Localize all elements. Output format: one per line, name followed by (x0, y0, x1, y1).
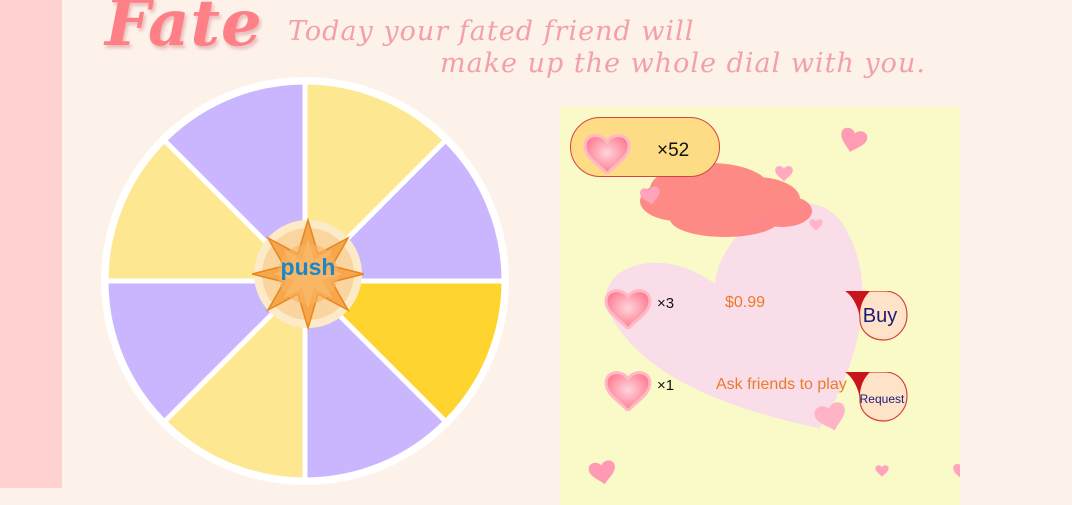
offer-quantity: ×3 (657, 295, 675, 312)
tagline-line-2: make up the whole dial with you. (440, 48, 926, 79)
push-label: push (280, 254, 336, 280)
heart-icon (604, 371, 652, 411)
offer-quantity: ×1 (657, 377, 675, 394)
ask-friends-text: Ask friends to play (716, 376, 847, 393)
heart-icon (604, 289, 652, 329)
push-spin-button[interactable]: push (251, 217, 365, 331)
heart-counter-badge: ×52 (570, 117, 720, 177)
float-heart-icon (837, 126, 869, 156)
float-heart-icon (875, 465, 889, 477)
heart-count: ×52 (657, 140, 690, 161)
request-button[interactable]: Request (844, 371, 908, 422)
request-label: Request (859, 392, 905, 406)
game-title: Fate (105, 0, 263, 61)
float-heart-icon (775, 166, 793, 182)
buy-label: Buy (862, 305, 898, 327)
heart-shop-panel: ×52 ×3 $0.99 Buy ×1 Ask friends to play … (560, 107, 960, 505)
float-heart-icon (953, 464, 960, 480)
buy-button[interactable]: Buy (844, 290, 908, 341)
left-sidebar-strip (0, 0, 62, 488)
offer-price: $0.99 (725, 294, 766, 311)
heart-icon (583, 134, 631, 174)
float-heart-icon (587, 459, 618, 487)
tagline-line-1: Today your fated friend will (288, 16, 695, 47)
